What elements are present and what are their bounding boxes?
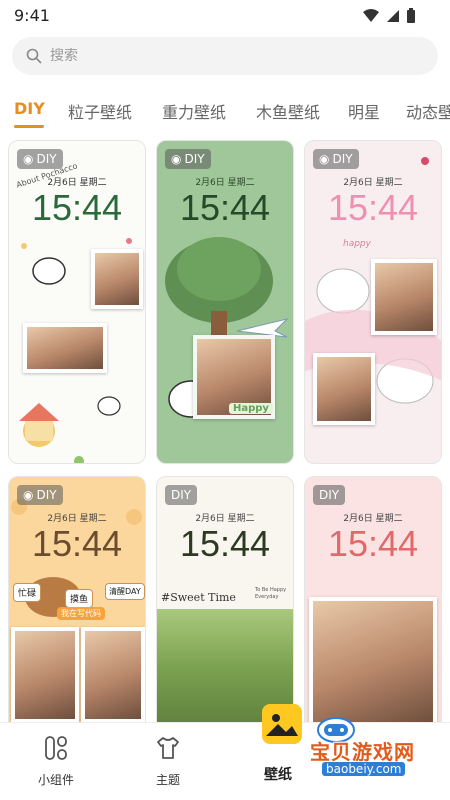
tab-gravity-wallpaper[interactable]: 重力壁纸: [162, 99, 226, 123]
diy-badge: ◉ DIY: [313, 149, 359, 169]
watermark-url: baobeiy.com: [322, 762, 406, 776]
camera-icon: ◉: [171, 152, 182, 166]
status-time: 9:41: [14, 6, 50, 25]
card-clock: 15:44: [31, 187, 123, 228]
card-clock: 15:44: [327, 523, 419, 564]
card-caption: Happy: [229, 403, 273, 414]
nav-theme-label: 主题: [155, 773, 180, 787]
status-icons: [362, 8, 416, 24]
photo-frame: [371, 259, 437, 335]
diy-badge: ◉ DIY: [17, 149, 63, 169]
card-caption: happy: [343, 239, 371, 249]
card-tag: 我在写代码: [57, 607, 105, 620]
tshirt-icon: [157, 737, 179, 759]
wallpaper-card[interactable]: happy ◉ DIY 2月6日 星期二 15:44: [304, 140, 442, 464]
tab-particle-wallpaper[interactable]: 粒子壁纸: [68, 99, 132, 123]
card-tag: 清醒DAY: [105, 583, 145, 600]
card-tag: 忙碌: [13, 583, 42, 602]
nav-wallpaper-label[interactable]: 壁纸: [264, 764, 292, 784]
card-clock: 15:44: [179, 187, 271, 228]
widgets-icon: [45, 736, 67, 760]
nav-wallpaper-icon[interactable]: [262, 704, 302, 744]
card-clock: 15:44: [327, 187, 419, 228]
battery-icon: [407, 8, 415, 23]
photo-frame: [91, 249, 143, 309]
photo-frame: [81, 627, 145, 723]
photo-frame: [11, 627, 79, 723]
card-caption: #Sweet Time: [161, 591, 236, 604]
card-clock: 15:44: [31, 523, 123, 564]
photo-frame: [313, 353, 375, 425]
camera-icon: ◉: [319, 152, 330, 166]
signal-icon: [387, 10, 399, 22]
wallpaper-card[interactable]: Happy ◉ DIY 2月6日 星期二 15:44: [156, 140, 294, 464]
photo-frame: [309, 597, 437, 727]
card-clock: 15:44: [179, 523, 271, 564]
active-tab-indicator: [14, 125, 44, 128]
diy-badge: ◉ DIY: [17, 485, 63, 505]
nav-theme[interactable]: 主题: [128, 735, 208, 788]
tab-live-wallpaper[interactable]: 动态壁: [406, 99, 450, 123]
wallpaper-card[interactable]: ◉ DIY About Pochacco 2月6日 星期二 15:44: [8, 140, 146, 464]
diy-badge: DIY: [313, 485, 346, 505]
picture-icon: [266, 714, 298, 736]
diy-badge: DIY: [165, 485, 198, 505]
photo-frame: [23, 323, 107, 373]
nav-widgets-label: 小组件: [37, 773, 74, 787]
category-tabs: DIY 粒子壁纸 重力壁纸 木鱼壁纸 明星 动态壁: [0, 95, 450, 135]
tab-muyu-wallpaper[interactable]: 木鱼壁纸: [256, 99, 320, 123]
tab-celebrity[interactable]: 明星: [348, 99, 380, 123]
watermark-text: 宝贝游戏网: [310, 740, 415, 764]
search-bar[interactable]: [12, 37, 438, 75]
search-icon: [26, 48, 42, 64]
tab-diy[interactable]: DIY: [14, 99, 45, 118]
search-input[interactable]: [50, 48, 390, 64]
camera-icon: ◉: [23, 488, 34, 502]
diy-badge: ◉ DIY: [165, 149, 211, 169]
status-bar: 9:41: [0, 0, 450, 32]
camera-icon: ◉: [23, 152, 34, 166]
wifi-icon: [363, 9, 379, 22]
card-tag: 摸鱼: [65, 589, 94, 608]
nav-widgets[interactable]: 小组件: [16, 735, 96, 788]
card-note: To Be Happy Everyday: [255, 587, 287, 600]
